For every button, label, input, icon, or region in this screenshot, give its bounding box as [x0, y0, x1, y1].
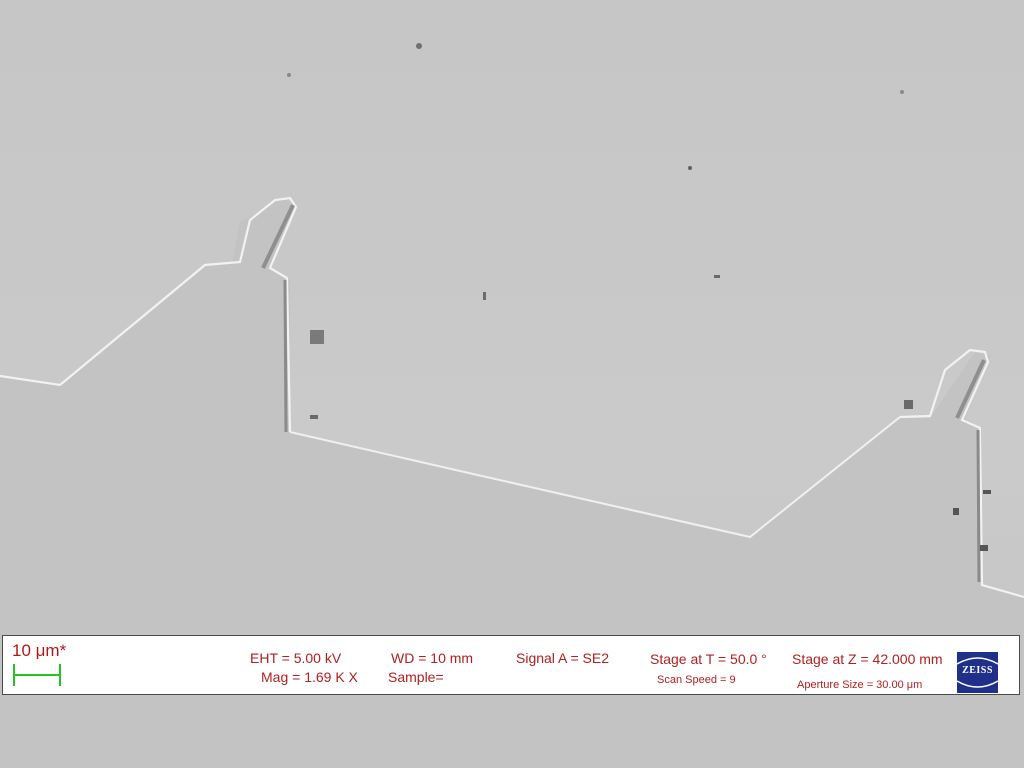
- debris-particle: [900, 90, 904, 94]
- debris-particle: [904, 400, 913, 409]
- stage-tilt-value: Stage at T = 50.0 °: [650, 651, 767, 667]
- right-cantilever-shadow: [976, 429, 981, 583]
- debris-particle: [310, 415, 318, 419]
- scalebar-line: [13, 674, 61, 676]
- debris-particle: [688, 166, 692, 170]
- debris-particle: [714, 275, 720, 278]
- mag-value: Mag = 1.69 K X: [261, 669, 358, 685]
- logo-text: ZEISS: [962, 665, 993, 676]
- signal-value: Signal A = SE2: [516, 650, 610, 666]
- eht-value: EHT = 5.00 kV: [250, 650, 342, 666]
- stage-z-value: Stage at Z = 42.000 mm: [792, 651, 943, 667]
- debris-particle: [287, 73, 291, 77]
- left-cantilever-shadow: [283, 279, 288, 433]
- aperture-value: Aperture Size = 30.00 μm: [797, 679, 923, 691]
- debris-particle: [980, 545, 988, 551]
- wd-value: WD = 10 mm: [391, 650, 474, 666]
- zeiss-logo: ZEISS: [957, 652, 998, 693]
- sample-value: Sample=: [388, 669, 444, 685]
- debris-particle: [983, 490, 991, 494]
- info-bar: 10 μm* EHT = 5.00 kV Mag = 1.69 K X WD =…: [2, 635, 1020, 695]
- debris-particle: [953, 508, 959, 515]
- debris-particle: [416, 43, 422, 49]
- scan-speed-value: Scan Speed = 9: [657, 674, 736, 686]
- debris-particle: [310, 330, 324, 344]
- scalebar-label: 10 μm*: [12, 641, 67, 660]
- scalebar-tick-right: [59, 664, 61, 686]
- debris-particle: [483, 292, 486, 300]
